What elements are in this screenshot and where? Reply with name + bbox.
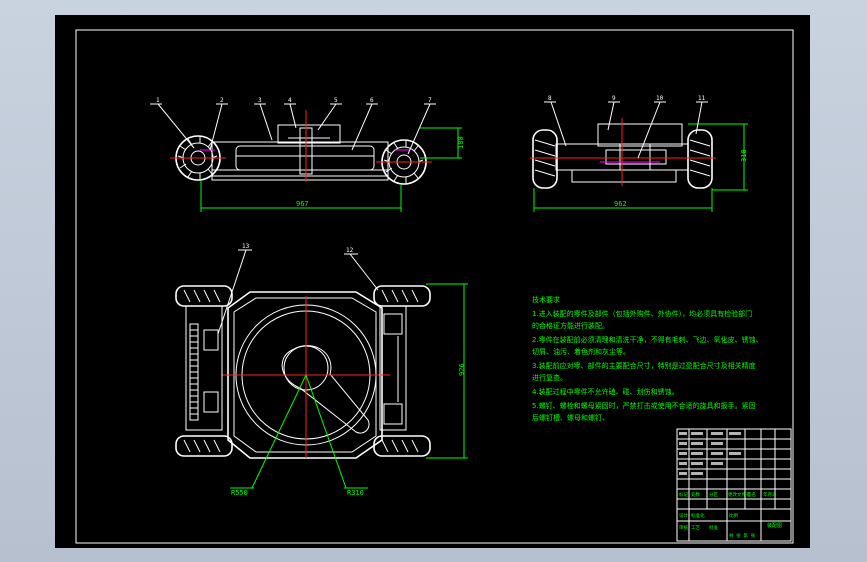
side-view: 962 310 8 9 10 11 — [530, 95, 748, 212]
tb-row-label-5: 签名 — [747, 491, 756, 498]
tech-note-line-9: 后螺钉槽、螺母和螺钉、 — [532, 413, 609, 422]
front-callout-6: 6 — [370, 97, 374, 104]
drawing-sheet: 967 180 1 2 3 4 5 6 7 962 310 8 9 10 11 … — [55, 15, 810, 548]
tech-note-line-5: 3.装配前应对零、部件的主要配合尺寸，特别是过盈配合尺寸及相关精度 — [532, 361, 756, 370]
top-wheel-front-left — [175, 285, 233, 307]
tb-sheet-label: 共 张 第 张 — [729, 532, 756, 539]
front-dim-height: 180 — [457, 136, 465, 149]
tech-note-line-2: 的合格证方能进行装配。 — [532, 321, 609, 330]
side-callout-11: 11 — [698, 95, 706, 102]
side-callout-10: 10 — [656, 95, 664, 102]
tech-notes: 技术要求 1.进入装配的零件及部件（包括外购件、外协件），均必须具有检验部门 的… — [532, 295, 763, 422]
top-wheel-rear-left — [175, 435, 233, 457]
front-battery-box — [235, 145, 375, 171]
tb-scale-label: 比例 — [729, 512, 738, 519]
front-callout-5: 5 — [334, 97, 338, 104]
tech-note-line-8: 5.螺钉、螺栓和螺母紧固时，严禁打击或使用不合适的旋具和扳手。紧固 — [532, 401, 756, 410]
top-wheel-front-right — [373, 285, 431, 307]
side-top-cover — [597, 123, 683, 147]
tb-footer-4: 工艺 — [691, 525, 700, 531]
top-dim-radius-inner: R310 — [347, 489, 364, 497]
title-block: 标记 处数 分区 更改文件号 签名 年月日 设计 标准化 审核 工艺 批准 比例… — [676, 428, 792, 542]
side-left-wheel — [532, 129, 558, 189]
front-callout-2: 2 — [220, 97, 224, 104]
tech-note-line-4: 切屑、油污、着色剂和灰尘等。 — [532, 347, 630, 356]
tech-note-line-3: 2.零件在装配前必须清理和清洗干净，不得有毛刺、飞边、氧化皮、锈蚀、 — [532, 335, 763, 344]
tb-row-label-6: 年月日 — [763, 491, 777, 498]
tb-footer-2: 标准化 — [691, 512, 705, 519]
tb-footer-1: 设计 — [679, 512, 688, 519]
side-right-wheel — [687, 129, 713, 189]
top-dim-radius-outer: R550 — [231, 489, 248, 497]
tb-row-label-2: 处数 — [691, 491, 700, 498]
top-view: 926 R550 R310 13 12 — [175, 243, 468, 497]
front-view: 967 180 1 2 3 4 5 6 7 — [150, 97, 465, 212]
tech-note-line-7: 4.装配过程中零件不允许磕、碰、划伤和锈蚀。 — [532, 387, 679, 396]
front-callout-1: 1 — [156, 97, 160, 104]
tb-drawing-name: 装配图 — [767, 522, 782, 529]
tech-note-line-1: 1.进入装配的零件及部件（包括外购件、外协件），均必须具有检验部门 — [532, 309, 752, 318]
top-callout-13: 13 — [242, 243, 250, 250]
side-dim-height: 310 — [740, 149, 748, 162]
front-dim-width: 967 — [296, 200, 309, 208]
tb-row-label-1: 标记 — [679, 491, 688, 498]
cad-drawing: 967 180 1 2 3 4 5 6 7 962 310 8 9 10 11 … — [75, 29, 794, 544]
front-callout-3: 3 — [258, 97, 262, 104]
front-callout-4: 4 — [288, 97, 292, 104]
front-callout-7: 7 — [428, 97, 432, 104]
tech-notes-title: 技术要求 — [532, 295, 560, 304]
tech-note-line-6: 进行复查。 — [532, 373, 567, 382]
top-dim-length: 926 — [458, 363, 466, 376]
side-lower-deck — [571, 169, 677, 183]
tb-row-label-3: 分区 — [709, 491, 718, 498]
tb-footer-3: 审核 — [679, 524, 688, 531]
side-callout-9: 9 — [612, 95, 616, 102]
side-callout-8: 8 — [548, 95, 552, 102]
side-dim-width: 962 — [614, 200, 627, 208]
tb-footer-5: 批准 — [709, 524, 718, 531]
top-callout-12: 12 — [346, 247, 354, 254]
